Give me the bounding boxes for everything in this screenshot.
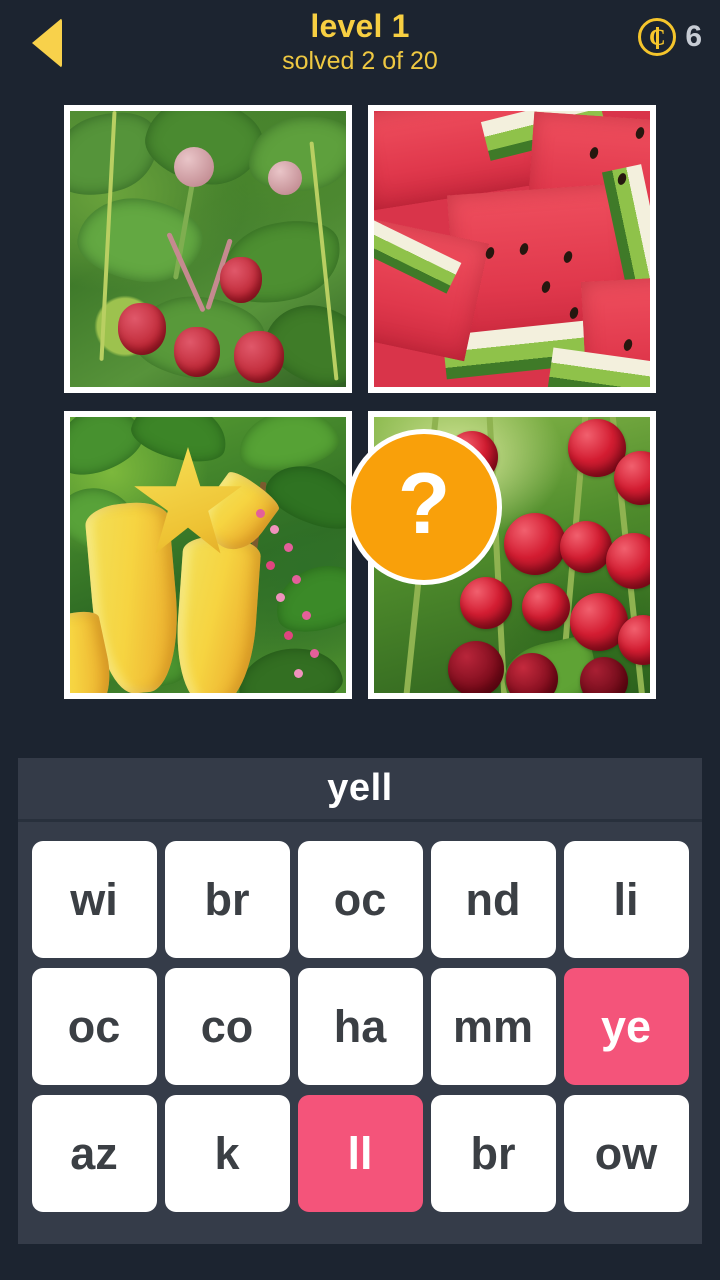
hint-question-button[interactable]: ? (346, 429, 502, 585)
tile-label: br (204, 873, 250, 925)
puzzle-image-top-right[interactable] (368, 105, 656, 393)
syllable-tile-selected[interactable]: ye (563, 968, 689, 1085)
tile-row: wi br oc nd li (28, 841, 692, 958)
tile-label: li (613, 873, 639, 925)
tile-label: oc (67, 1000, 121, 1052)
tile-label: nd (465, 873, 521, 925)
tile-label: az (70, 1127, 118, 1179)
coin-bar (655, 27, 659, 49)
syllable-tile[interactable]: ha (297, 968, 423, 1085)
tile-row: oc co ha mm ye (28, 968, 692, 1085)
tile-label: ll (347, 1127, 373, 1179)
tile-label: ye (600, 1000, 652, 1052)
question-mark-icon: ? (397, 456, 451, 552)
syllable-tile[interactable]: ow (563, 1095, 689, 1212)
page-title: level 1 (310, 8, 410, 44)
coin-counter[interactable]: C 6 (638, 18, 702, 56)
tile-label: co (200, 1000, 254, 1052)
current-word: yell (327, 767, 393, 809)
coin-icon: C (638, 18, 677, 56)
syllable-tile[interactable]: oc (31, 968, 157, 1085)
tile-label: oc (333, 873, 387, 925)
syllable-keyboard: wi br oc nd li oc co ha mm ye az k ll br… (18, 825, 702, 1244)
syllable-tile[interactable]: li (563, 841, 689, 958)
syllable-tile[interactable]: br (430, 1095, 556, 1212)
picture-grid: ? (64, 105, 656, 699)
puzzle-image-bottom-left[interactable] (64, 411, 352, 699)
syllable-tile[interactable]: nd (430, 841, 556, 958)
tile-label: ow (594, 1127, 658, 1179)
tile-label: ha (333, 1000, 387, 1052)
syllable-tile[interactable]: oc (297, 841, 423, 958)
header-bar: level 1 solved 2 of 20 C 6 (0, 0, 720, 92)
tile-label: k (214, 1127, 240, 1179)
game-screen: level 1 solved 2 of 20 C 6 (0, 0, 720, 1280)
tile-row: az k ll br ow (28, 1095, 692, 1212)
answer-display[interactable]: yell (18, 758, 702, 822)
syllable-tile[interactable]: k (164, 1095, 290, 1212)
tile-label: br (470, 1127, 516, 1179)
tile-label: wi (70, 873, 118, 925)
puzzle-image-top-left[interactable] (64, 105, 352, 393)
syllable-tile[interactable]: co (164, 968, 290, 1085)
syllable-tile[interactable]: wi (31, 841, 157, 958)
syllable-tile-selected[interactable]: ll (297, 1095, 423, 1212)
syllable-tile[interactable]: br (164, 841, 290, 958)
progress-label: solved 2 of 20 (282, 47, 438, 75)
answer-panel: yell wi br oc nd li oc co ha mm ye az k … (18, 758, 702, 1244)
title-block: level 1 solved 2 of 20 (0, 8, 720, 76)
syllable-tile[interactable]: az (31, 1095, 157, 1212)
syllable-tile[interactable]: mm (430, 968, 556, 1085)
tile-label: mm (452, 1000, 534, 1052)
coin-count: 6 (685, 20, 702, 53)
